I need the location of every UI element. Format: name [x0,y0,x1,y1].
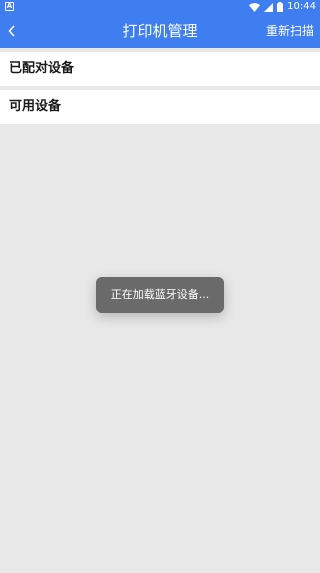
status-indicators: 10:44 [249,0,316,14]
battery-icon [277,2,284,12]
paired-devices-title: 已配对设备 [9,61,75,76]
chevron-left-icon [8,22,16,41]
rescan-button[interactable]: 重新扫描 [266,14,314,48]
cellular-signal-icon [264,2,274,12]
page-title: 打印机管理 [122,22,198,40]
status-time: 10:44 [287,1,316,12]
available-devices-title: 可用设备 [9,99,62,114]
available-devices-section: 可用设备 [0,90,320,124]
app-bar: 打印机管理 重新扫描 [0,14,320,48]
paired-devices-section: 已配对设备 [0,52,320,86]
notification-app-icon: A [5,2,14,11]
loading-toast: 正在加载蓝牙设备... [96,277,224,313]
status-bar: A 10:44 [0,0,320,14]
wifi-icon [249,2,261,12]
back-button[interactable] [0,14,24,48]
